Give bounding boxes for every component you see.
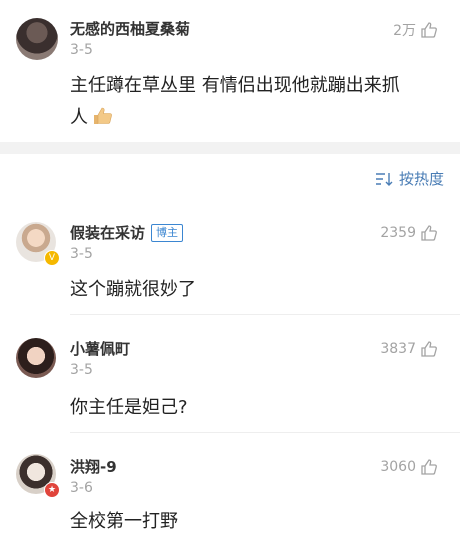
thumbs-up-emoji-icon bbox=[92, 105, 114, 137]
comment-text: 你主任是妲己? bbox=[70, 397, 188, 418]
sort-icon bbox=[375, 172, 393, 186]
thumbs-up-icon bbox=[421, 225, 437, 241]
username[interactable]: 无感的西柚夏桑菊 bbox=[70, 18, 190, 39]
like-count: 3060 bbox=[380, 459, 416, 475]
comment-date: 3-5 bbox=[70, 42, 93, 58]
thumbs-up-icon bbox=[421, 459, 437, 475]
like-button[interactable]: 3060 bbox=[380, 458, 438, 476]
username[interactable]: 假装在采访 博主 bbox=[70, 222, 184, 243]
divider bbox=[70, 432, 460, 433]
sort-by-hot-button[interactable]: 按热度 bbox=[375, 168, 444, 189]
comment-text-line-2: 人 bbox=[70, 102, 450, 137]
like-count: 3837 bbox=[380, 341, 416, 357]
like-button[interactable]: 3837 bbox=[380, 340, 438, 358]
red-badge-icon: ★ bbox=[44, 482, 60, 498]
comment-item: V 假装在采访 博主 3-5 2359 这个蹦就很妙了 bbox=[0, 210, 460, 315]
top-comment: 无感的西柚夏桑菊 3-5 2万 主任蹲在草丛里 有情侣出现他就蹦出来抓 人 bbox=[0, 0, 460, 142]
username[interactable]: 洪翔-9 bbox=[70, 456, 117, 477]
comment-item: ★ 洪翔-9 3-6 3060 全校第一打野 bbox=[0, 444, 460, 542]
comment-date: 3-5 bbox=[70, 246, 93, 262]
comment-text: 主任蹲在草丛里 有情侣出现他就蹦出来抓 人 bbox=[70, 70, 450, 137]
like-button[interactable]: 2万 bbox=[393, 20, 438, 40]
comment-text-line: 主任蹲在草丛里 有情侣出现他就蹦出来抓 bbox=[70, 75, 400, 96]
username[interactable]: 小薯佩町 bbox=[70, 338, 130, 359]
like-count: 2万 bbox=[393, 23, 416, 39]
sort-label: 按热度 bbox=[398, 170, 444, 188]
section-divider bbox=[0, 142, 460, 154]
blogger-badge: 博主 bbox=[151, 224, 184, 242]
thumbs-up-icon bbox=[421, 22, 437, 38]
avatar[interactable] bbox=[16, 18, 58, 60]
comment-text: 这个蹦就很妙了 bbox=[70, 279, 196, 300]
like-button[interactable]: 2359 bbox=[380, 224, 438, 242]
like-count: 2359 bbox=[380, 225, 416, 241]
comment-date: 3-5 bbox=[70, 362, 93, 378]
divider bbox=[70, 314, 460, 315]
comment-text: 全校第一打野 bbox=[70, 511, 178, 532]
thumbs-up-icon bbox=[421, 341, 437, 357]
verified-badge-icon: V bbox=[44, 250, 60, 266]
comment-date: 3-6 bbox=[70, 480, 93, 496]
avatar[interactable] bbox=[16, 338, 56, 378]
comment-item: 小薯佩町 3-5 3837 你主任是妲己? bbox=[0, 326, 460, 433]
